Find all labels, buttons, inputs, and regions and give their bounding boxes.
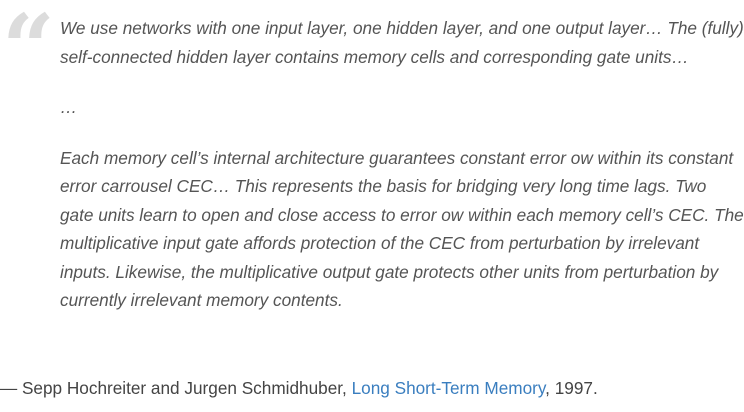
quote-mark-icon: “	[2, 0, 55, 102]
paper-link[interactable]: Long Short-Term Memory	[352, 378, 546, 398]
quote-ellipsis: …	[60, 97, 78, 117]
quote-paragraph-1: We use networks with one input layer, on…	[60, 18, 744, 67]
quote-paragraph-2: Each memory cell’s internal architecture…	[60, 147, 744, 311]
attribution: — Sepp Hochreiter and Jurgen Schmidhuber…	[0, 374, 598, 402]
attribution-suffix: , 1997.	[545, 378, 598, 398]
blockquote: We use networks with one input layer, on…	[60, 14, 744, 315]
attribution-prefix: — Sepp Hochreiter and Jurgen Schmidhuber…	[0, 378, 352, 398]
